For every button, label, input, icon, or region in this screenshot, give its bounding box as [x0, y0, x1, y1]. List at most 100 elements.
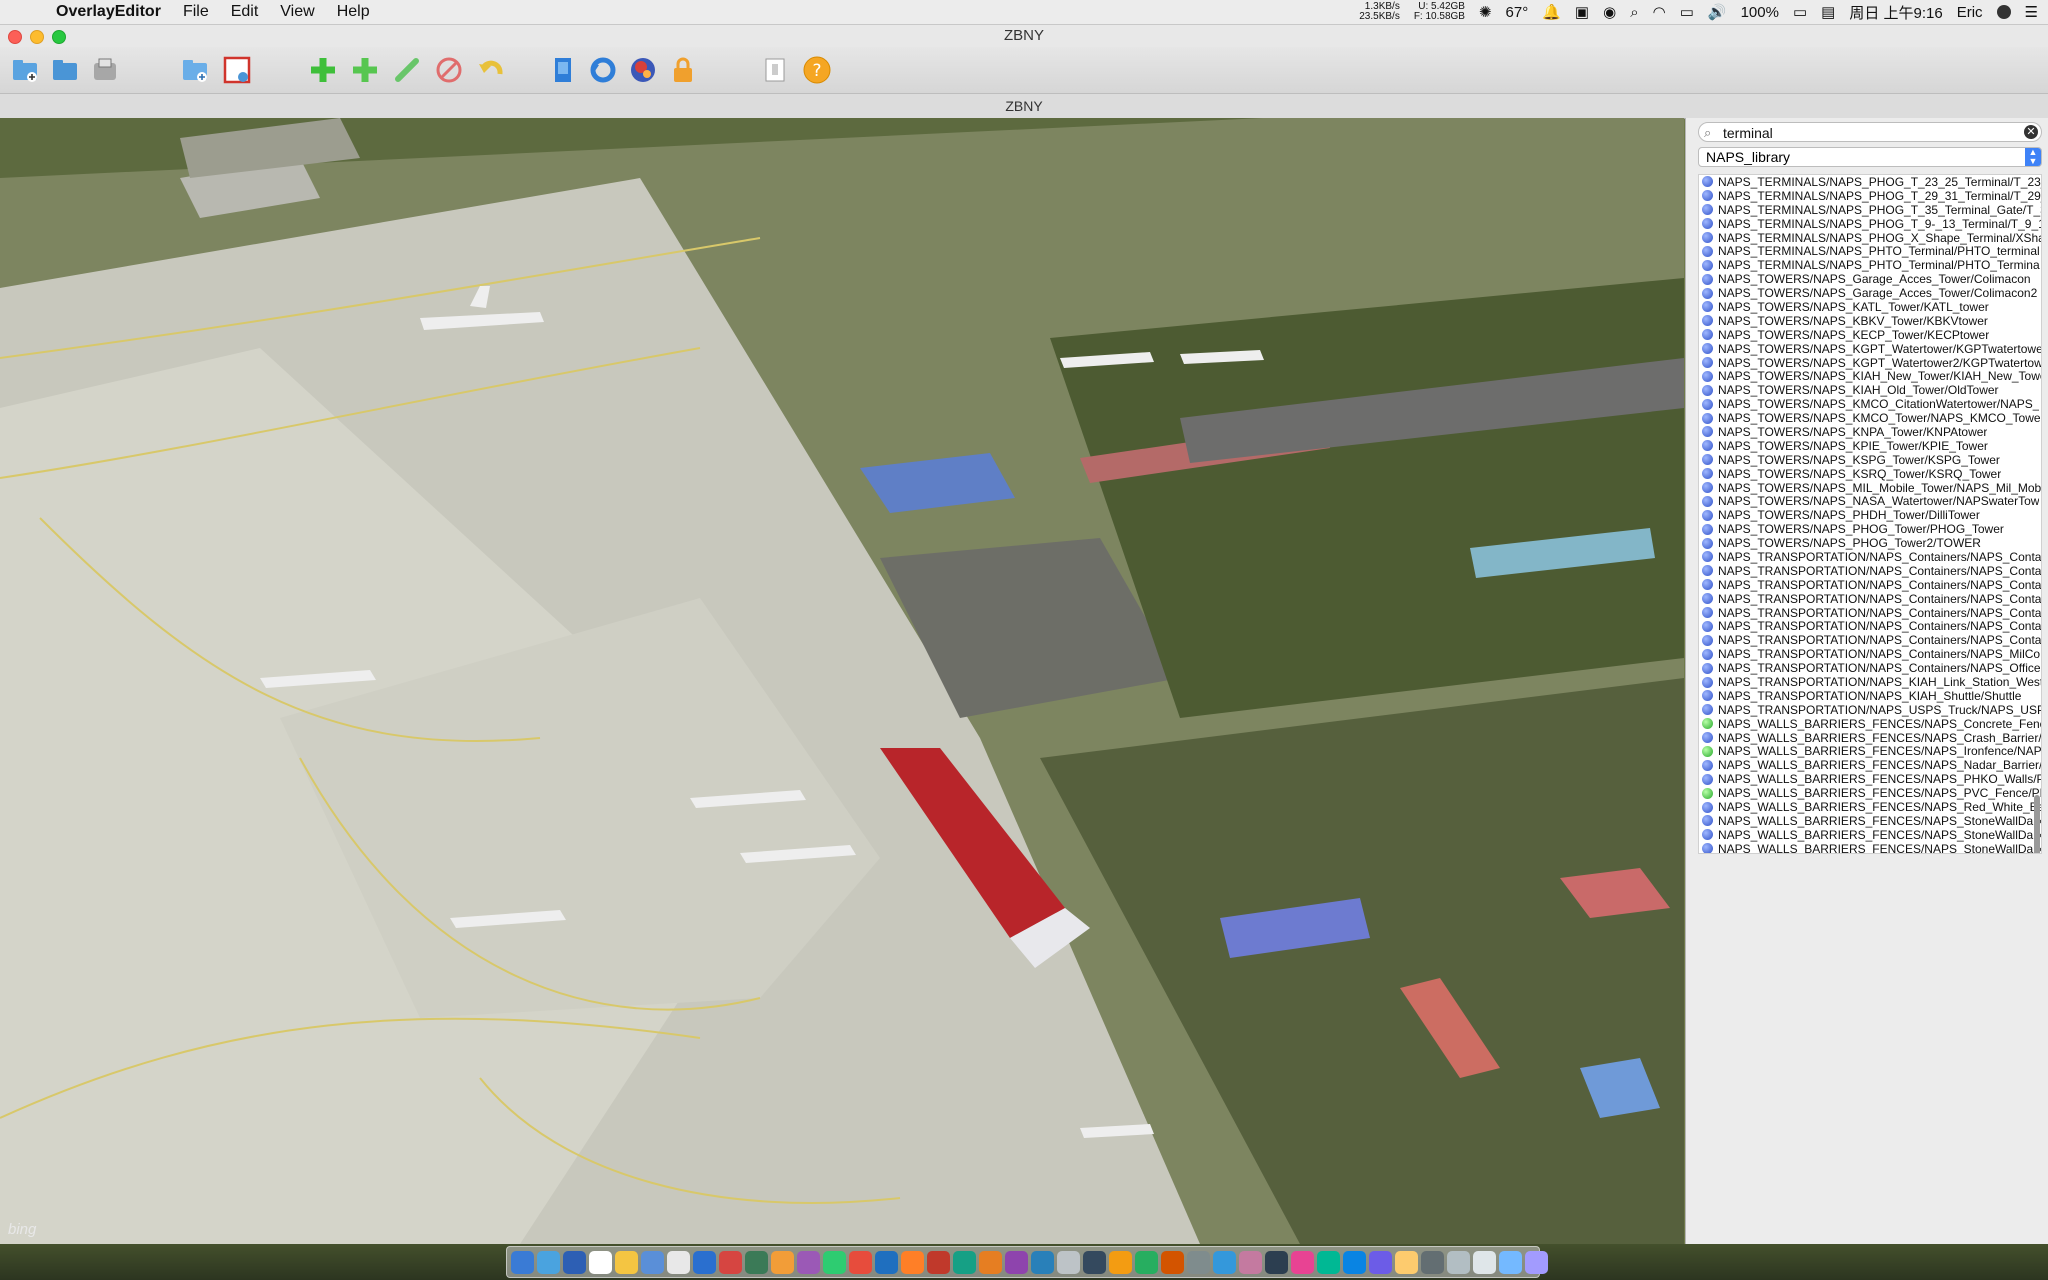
dock-app-icon[interactable]	[1473, 1250, 1496, 1274]
dock-app-icon[interactable]	[1161, 1250, 1184, 1274]
add-facade-icon[interactable]	[348, 53, 382, 87]
dock-app-icon[interactable]	[979, 1250, 1002, 1274]
dock-app-icon[interactable]	[1317, 1250, 1340, 1274]
list-item[interactable]: NAPS_TOWERS/NAPS_KMCO_Tower/NAPS_KMCO_To…	[1699, 411, 2041, 425]
list-item[interactable]: NAPS_WALLS_BARRIERS_FENCES/NAPS_StoneWal…	[1699, 828, 2041, 842]
library-list[interactable]: NAPS_TERMINALS/NAPS_PHOG_T_23_25_Termina…	[1698, 174, 2042, 854]
airplay-icon[interactable]: ▭	[1680, 3, 1694, 21]
list-item[interactable]: NAPS_WALLS_BARRIERS_FENCES/NAPS_Crash_Ba…	[1699, 731, 2041, 745]
list-item[interactable]: NAPS_TOWERS/NAPS_KGPT_Watertower/KGPTwat…	[1699, 342, 2041, 356]
dock-app-icon[interactable]	[1421, 1250, 1444, 1274]
list-item[interactable]: NAPS_TOWERS/NAPS_KIAH_Old_Tower/OldTower	[1699, 383, 2041, 397]
notification-bell-icon[interactable]: 🔔	[1542, 3, 1561, 21]
list-item[interactable]: NAPS_TOWERS/NAPS_KPIE_Tower/KPIE_Tower	[1699, 439, 2041, 453]
new-file-icon[interactable]	[8, 53, 42, 87]
menu-app[interactable]: OverlayEditor	[56, 3, 161, 21]
refresh-icon[interactable]	[586, 53, 620, 87]
spotlight-search-icon[interactable]: ⌕	[1630, 4, 1638, 21]
list-item[interactable]: NAPS_TRANSPORTATION/NAPS_Containers/NAPS…	[1699, 550, 2041, 564]
open-folder-icon[interactable]	[48, 53, 82, 87]
dock-app-icon[interactable]	[1187, 1250, 1210, 1274]
dock-app-icon[interactable]	[1239, 1250, 1262, 1274]
list-item[interactable]: NAPS_TOWERS/NAPS_KSPG_Tower/KSPG_Tower	[1699, 453, 2041, 467]
user-name[interactable]: Eric	[1957, 4, 1983, 21]
import-image-icon[interactable]	[758, 53, 792, 87]
dock-app-icon[interactable]	[875, 1250, 898, 1274]
dock-app-icon[interactable]	[563, 1250, 586, 1274]
dock-app-icon[interactable]	[1291, 1250, 1314, 1274]
list-scrollbar[interactable]	[2034, 795, 2040, 853]
list-item[interactable]: NAPS_WALLS_BARRIERS_FENCES/NAPS_PVC_Fenc…	[1699, 786, 2041, 800]
dock-app-icon[interactable]	[719, 1250, 742, 1274]
library-search-input[interactable]	[1721, 124, 2015, 142]
dock-app-icon[interactable]	[1005, 1250, 1028, 1274]
dock-app-icon[interactable]	[1343, 1250, 1366, 1274]
list-item[interactable]: NAPS_TOWERS/NAPS_KBKV_Tower/KBKVtower	[1699, 314, 2041, 328]
save-icon[interactable]	[88, 53, 122, 87]
list-item[interactable]: NAPS_TRANSPORTATION/NAPS_Containers/NAPS…	[1699, 606, 2041, 620]
list-item[interactable]: NAPS_TERMINALS/NAPS_PHOG_T_23_25_Termina…	[1699, 175, 2041, 189]
minimize-window-button[interactable]	[30, 30, 44, 44]
help-icon[interactable]: ?	[800, 53, 834, 87]
dock-app-icon[interactable]	[1031, 1250, 1054, 1274]
close-window-button[interactable]	[8, 30, 22, 44]
library-select[interactable]: NAPS_library ▲ ▼	[1698, 147, 2042, 167]
notification-center-icon[interactable]: ☰	[2025, 3, 2038, 21]
temperature-text[interactable]: 67°	[1506, 4, 1529, 21]
menu-edit[interactable]: Edit	[231, 3, 259, 21]
dock-app-icon[interactable]	[589, 1250, 612, 1274]
dock-app-icon[interactable]	[667, 1250, 690, 1274]
list-item[interactable]: NAPS_TOWERS/NAPS_KATL_Tower/KATL_tower	[1699, 300, 2041, 314]
input-flag-icon[interactable]: ▤	[1821, 3, 1835, 21]
list-item[interactable]: NAPS_TOWERS/NAPS_KNPA_Tower/KNPAtower	[1699, 425, 2041, 439]
dock-app-icon[interactable]	[1265, 1250, 1288, 1274]
list-item[interactable]: NAPS_TOWERS/NAPS_KECP_Tower/KECPtower	[1699, 328, 2041, 342]
map-view[interactable]: bing	[0, 118, 1684, 1244]
menu-help[interactable]: Help	[337, 3, 370, 21]
wifi-icon[interactable]: ◠	[1653, 3, 1666, 21]
list-item[interactable]: NAPS_WALLS_BARRIERS_FENCES/NAPS_Nadar_Ba…	[1699, 758, 2041, 772]
list-item[interactable]: NAPS_TRANSPORTATION/NAPS_Containers/NAPS…	[1699, 647, 2041, 661]
battery-text[interactable]: 100%	[1741, 4, 1779, 21]
new-package-icon[interactable]	[178, 53, 212, 87]
list-item[interactable]: NAPS_TOWERS/NAPS_KSRQ_Tower/KSRQ_Tower	[1699, 467, 2041, 481]
list-item[interactable]: NAPS_TOWERS/NAPS_KMCO_CitationWatertower…	[1699, 397, 2041, 411]
zoom-window-button[interactable]	[52, 30, 66, 44]
list-item[interactable]: NAPS_TERMINALS/NAPS_PHTO_Terminal/PHTO_T…	[1699, 258, 2041, 272]
list-item[interactable]: NAPS_TOWERS/NAPS_KIAH_New_Tower/KIAH_New…	[1699, 369, 2041, 383]
list-item[interactable]: NAPS_TRANSPORTATION/NAPS_Containers/NAPS…	[1699, 564, 2041, 578]
list-item[interactable]: NAPS_WALLS_BARRIERS_FENCES/NAPS_Concrete…	[1699, 717, 2041, 731]
clear-search-icon[interactable]: ✕	[2024, 125, 2038, 139]
list-item[interactable]: NAPS_TOWERS/NAPS_MIL_Mobile_Tower/NAPS_M…	[1699, 481, 2041, 495]
list-item[interactable]: NAPS_WALLS_BARRIERS_FENCES/NAPS_Ironfenc…	[1699, 744, 2041, 758]
menu-view[interactable]: View	[280, 3, 314, 21]
list-item[interactable]: NAPS_TRANSPORTATION/NAPS_Containers/NAPS…	[1699, 592, 2041, 606]
menu-file[interactable]: File	[183, 3, 209, 21]
building-icon[interactable]	[546, 53, 580, 87]
dock-app-icon[interactable]	[1213, 1250, 1236, 1274]
clock-text[interactable]: 周日 上午9:16	[1849, 2, 1942, 23]
siri-icon[interactable]	[1996, 5, 2011, 19]
list-item[interactable]: NAPS_TRANSPORTATION/NAPS_Containers/NAPS…	[1699, 661, 2041, 675]
list-item[interactable]: NAPS_WALLS_BARRIERS_FENCES/NAPS_StoneWal…	[1699, 814, 2041, 828]
dock-app-icon[interactable]	[615, 1250, 638, 1274]
list-item[interactable]: NAPS_TERMINALS/NAPS_PHOG_T_9-_13_Termina…	[1699, 217, 2041, 231]
dock-app-icon[interactable]	[1057, 1250, 1080, 1274]
list-item[interactable]: NAPS_TOWERS/NAPS_Garage_Acces_Tower/Coli…	[1699, 272, 2041, 286]
add-object-icon[interactable]	[306, 53, 340, 87]
dock-app-icon[interactable]	[797, 1250, 820, 1274]
edit-path-icon[interactable]	[390, 53, 424, 87]
dock-app-icon[interactable]	[693, 1250, 716, 1274]
list-item[interactable]: NAPS_TERMINALS/NAPS_PHOG_X_Shape_Termina…	[1699, 231, 2041, 245]
temperature-icon[interactable]: ✺	[1479, 3, 1492, 21]
list-item[interactable]: NAPS_TRANSPORTATION/NAPS_KIAH_Shuttle/Sh…	[1699, 689, 2041, 703]
dock-app-icon[interactable]	[745, 1250, 768, 1274]
list-item[interactable]: NAPS_WALLS_BARRIERS_FENCES/NAPS_Red_Whit…	[1699, 800, 2041, 814]
message-icon[interactable]: ▣	[1575, 3, 1589, 21]
list-item[interactable]: NAPS_TERMINALS/NAPS_PHTO_Terminal/PHTO_t…	[1699, 244, 2041, 258]
list-item[interactable]: NAPS_TOWERS/NAPS_PHDH_Tower/DilliTower	[1699, 508, 2041, 522]
dock-app-icon[interactable]	[823, 1250, 846, 1274]
undo-icon[interactable]	[474, 53, 508, 87]
dock-app-icon[interactable]	[1499, 1250, 1522, 1274]
list-item[interactable]: NAPS_TOWERS/NAPS_NASA_Watertower/NAPSwat…	[1699, 494, 2041, 508]
